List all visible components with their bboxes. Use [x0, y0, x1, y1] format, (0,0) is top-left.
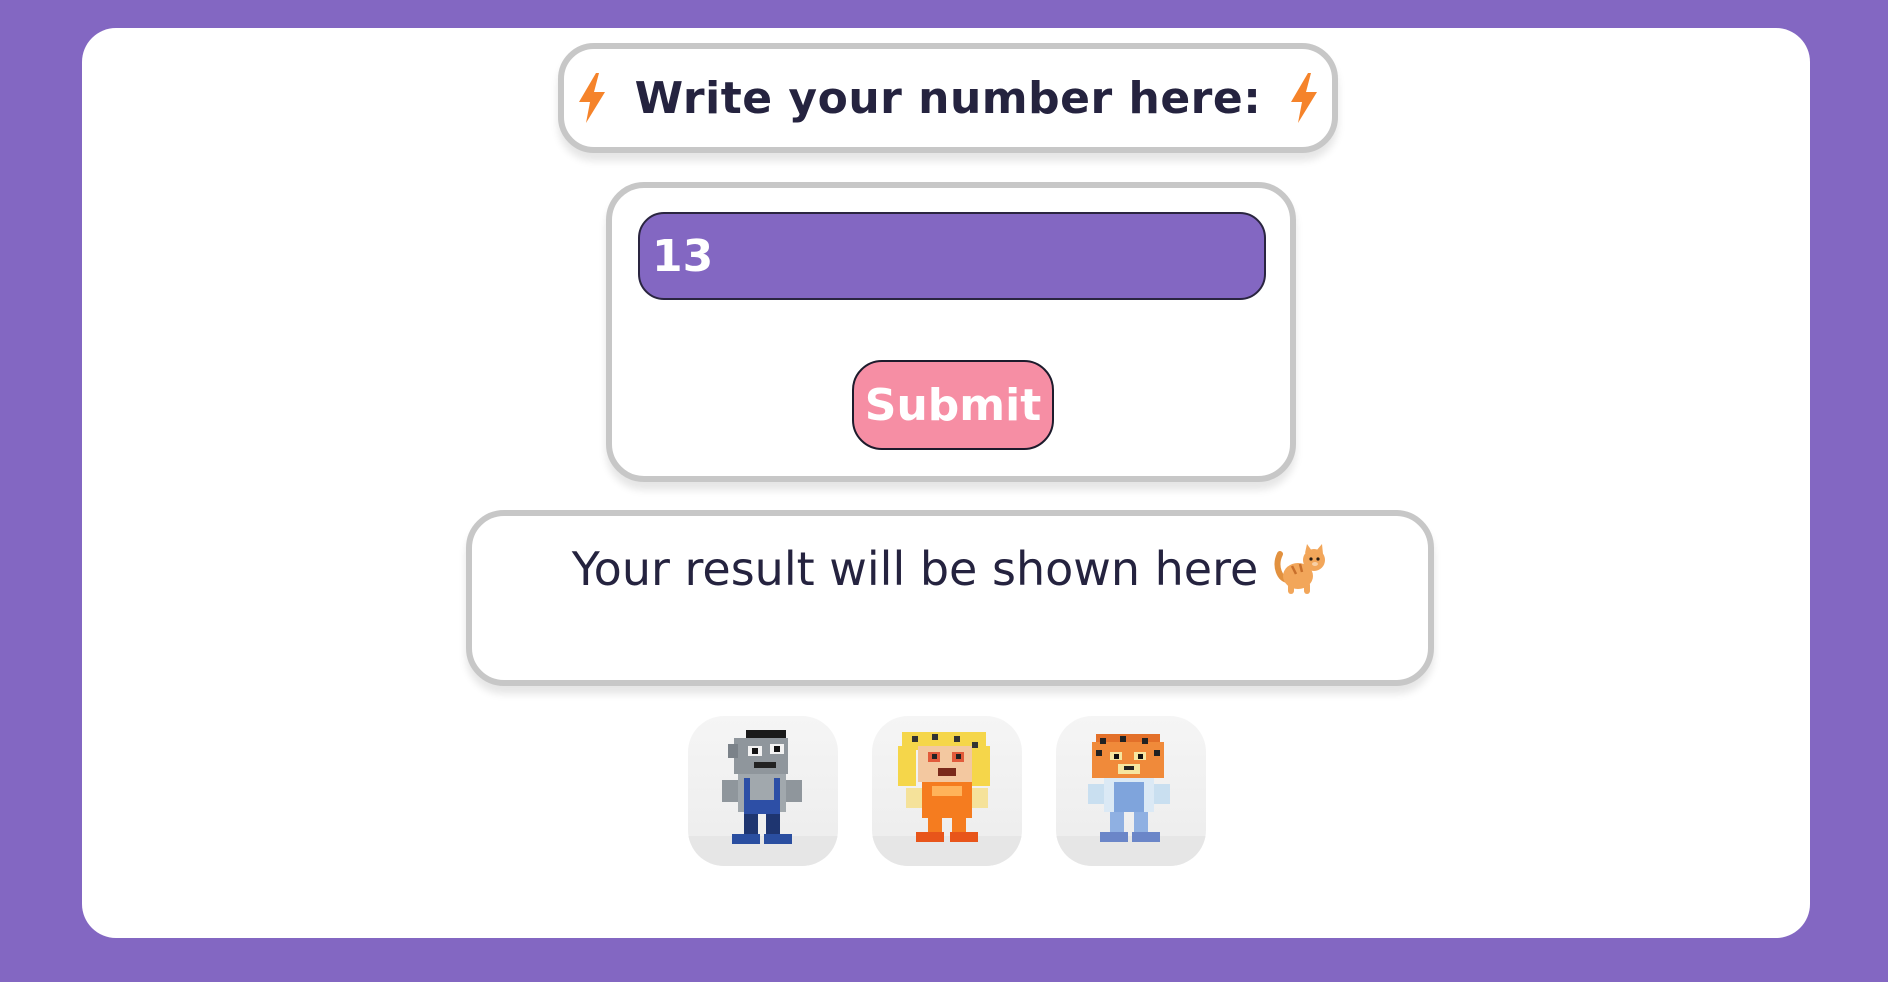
character-gallery	[688, 716, 1206, 866]
lightning-bolt-icon	[577, 73, 607, 123]
result-text: Your result will be shown here	[571, 542, 1259, 596]
title-panel: Write your number here:	[558, 43, 1338, 153]
cat-icon	[1274, 544, 1328, 594]
main-card: Write your number here: Submit Your resu…	[82, 28, 1810, 938]
number-input[interactable]	[638, 212, 1266, 300]
lightning-bolt-icon	[1289, 73, 1319, 123]
submit-button[interactable]: Submit	[852, 360, 1054, 450]
blonde-orange-character-image[interactable]	[872, 716, 1022, 866]
title-text: Write your number here:	[634, 72, 1262, 124]
number-form: Submit	[606, 182, 1296, 482]
result-panel: Your result will be shown here	[466, 510, 1434, 686]
grey-mouse-character-image[interactable]	[688, 716, 838, 866]
tiger-character-image[interactable]	[1056, 716, 1206, 866]
